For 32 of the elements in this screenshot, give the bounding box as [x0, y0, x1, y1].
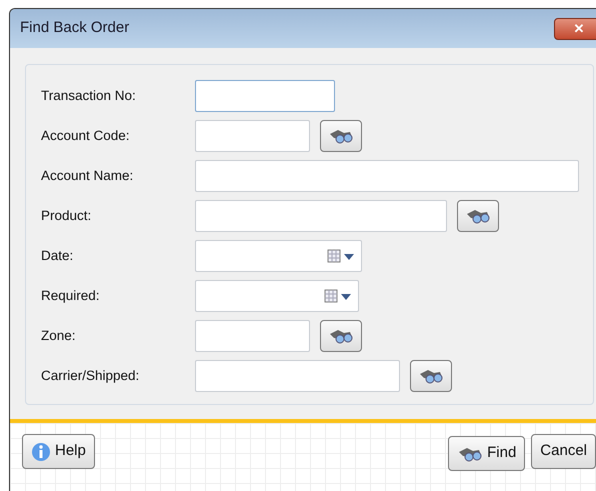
input-field[interactable]	[195, 120, 310, 152]
input-field[interactable]	[195, 320, 310, 352]
binoculars-icon	[465, 208, 491, 224]
window-title: Find Back Order	[20, 18, 130, 38]
input-field[interactable]	[195, 200, 447, 232]
search-button[interactable]	[457, 200, 499, 232]
cancel-button[interactable]: Cancel	[531, 434, 596, 469]
input-field[interactable]	[195, 360, 400, 392]
input-field[interactable]	[195, 80, 335, 112]
field-label: Account Code:	[41, 126, 131, 145]
field-label: Required:	[41, 286, 101, 305]
input-field[interactable]	[195, 160, 579, 192]
field-label: Transaction No:	[41, 86, 137, 105]
binoculars-icon	[328, 128, 354, 144]
field-label: Zone:	[41, 326, 77, 345]
field-label: Product:	[41, 206, 92, 225]
date-field[interactable]	[195, 280, 359, 312]
field-label: Account Name:	[41, 166, 134, 185]
calendar-icon[interactable]	[327, 249, 355, 263]
find-button[interactable]: Find	[448, 436, 526, 471]
search-button[interactable]	[320, 320, 362, 352]
help-button[interactable]: Help	[22, 434, 95, 469]
date-field[interactable]	[195, 240, 362, 272]
binoculars-icon	[457, 446, 484, 462]
field-label: Date:	[41, 246, 74, 265]
binoculars-icon	[328, 328, 354, 344]
calendar-icon[interactable]	[324, 289, 352, 303]
search-button[interactable]	[320, 120, 362, 152]
field-label: Carrier/Shipped:	[41, 366, 140, 385]
info-icon	[31, 442, 51, 462]
search-button[interactable]	[410, 360, 452, 392]
binoculars-icon	[418, 368, 444, 384]
